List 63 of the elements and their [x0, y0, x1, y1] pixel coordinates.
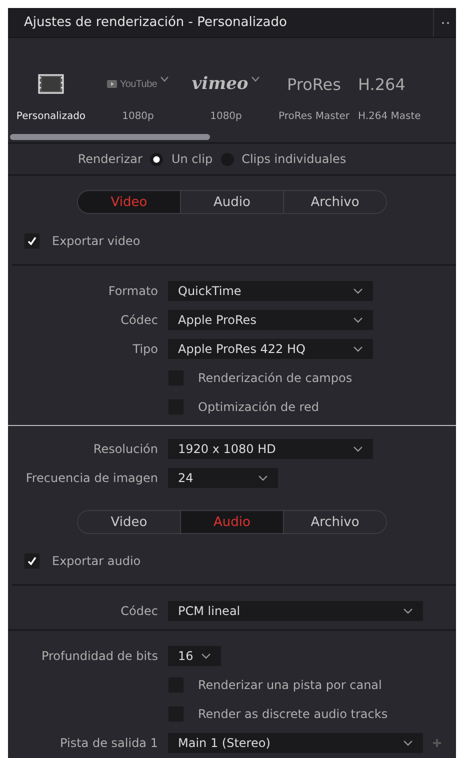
- dropdown[interactable]: Main 1 (Stereo): [168, 732, 423, 752]
- scrollbar-thumb[interactable]: [10, 134, 210, 140]
- preset-item[interactable]: Personalizado: [8, 73, 94, 122]
- preset-item[interactable]: YouTube 1080p: [94, 73, 182, 122]
- radio-button[interactable]: [150, 152, 164, 166]
- chevron-icon: [353, 316, 363, 322]
- field-label: Resolución: [92, 442, 159, 456]
- preset-label: 1080p: [210, 111, 242, 122]
- tab[interactable]: Audio: [180, 511, 283, 533]
- tab[interactable]: Archivo: [283, 511, 386, 533]
- chevron-icon: [201, 652, 211, 658]
- field-label: Formato: [107, 284, 159, 298]
- checkbox[interactable]: [24, 233, 40, 249]
- tab[interactable]: Archivo: [283, 191, 386, 213]
- checkbox-label: Renderización de campos: [198, 370, 352, 384]
- dropdown[interactable]: QuickTime: [168, 280, 373, 300]
- checkbox[interactable]: [24, 553, 40, 569]
- film-icon: [38, 74, 64, 94]
- field-label: Tipo: [132, 342, 159, 356]
- preset-name: vimeo: [192, 74, 248, 94]
- chevron-icon: [353, 346, 363, 352]
- chevron-icon: [403, 608, 413, 614]
- preset-label: ProRes Master: [278, 111, 350, 122]
- checkmark-icon: [27, 556, 37, 566]
- field-label: Códec: [120, 312, 159, 326]
- chevron-icon: [251, 76, 260, 82]
- preset-item[interactable]: vimeo 1080p: [182, 73, 270, 122]
- checkbox-label: Optimización de red: [198, 400, 319, 414]
- preset-label: H.264 Maste: [358, 111, 421, 122]
- checkbox-label: Renderizar una pista por canal: [198, 678, 382, 692]
- preset-label: 1080p: [122, 111, 154, 122]
- dropdown[interactable]: 24: [168, 468, 278, 488]
- preset-name: YouTube: [120, 78, 158, 90]
- checkbox-label: Exportar audio: [52, 554, 141, 568]
- preset-label: Personalizado: [16, 111, 86, 122]
- preset-name: H.264: [358, 74, 406, 94]
- render-label: Renderizar: [78, 152, 142, 166]
- dropdown[interactable]: PCM lineal: [168, 600, 423, 620]
- preset-item[interactable]: H.264 H.264 Maste: [358, 73, 456, 122]
- field-label: Frecuencia de imagen: [24, 470, 159, 484]
- chevron-icon: [258, 474, 268, 480]
- checkbox-label: Render as discrete audio tracks: [198, 706, 388, 720]
- radio-label: Un clip: [171, 152, 213, 166]
- chevron-icon: [353, 446, 363, 452]
- play-icon: [106, 80, 117, 88]
- field-label: Profundidad de bits: [40, 648, 159, 662]
- preset-item[interactable]: ProRes ProRes Master: [270, 73, 358, 122]
- radio-label: Clips individuales: [242, 152, 346, 166]
- chevron-icon: [160, 76, 170, 82]
- chevron-icon: [353, 288, 363, 294]
- checkmark-icon: [27, 236, 37, 246]
- tab[interactable]: Video: [78, 191, 180, 213]
- field-label: Códec: [120, 604, 159, 618]
- dropdown[interactable]: 16: [168, 646, 221, 666]
- chevron-icon: [403, 740, 413, 746]
- window-title: Ajustes de renderización - Personalizado: [23, 15, 287, 30]
- add-icon[interactable]: [433, 738, 441, 746]
- checkbox-label: Exportar video: [52, 234, 140, 248]
- dropdown[interactable]: 1920 x 1080 HD: [168, 438, 373, 458]
- dropdown[interactable]: Apple ProRes: [168, 310, 373, 330]
- dropdown[interactable]: Apple ProRes 422 HQ: [168, 338, 373, 358]
- field-label: Pista de salida 1: [59, 736, 159, 750]
- preset-name: ProRes: [287, 74, 341, 94]
